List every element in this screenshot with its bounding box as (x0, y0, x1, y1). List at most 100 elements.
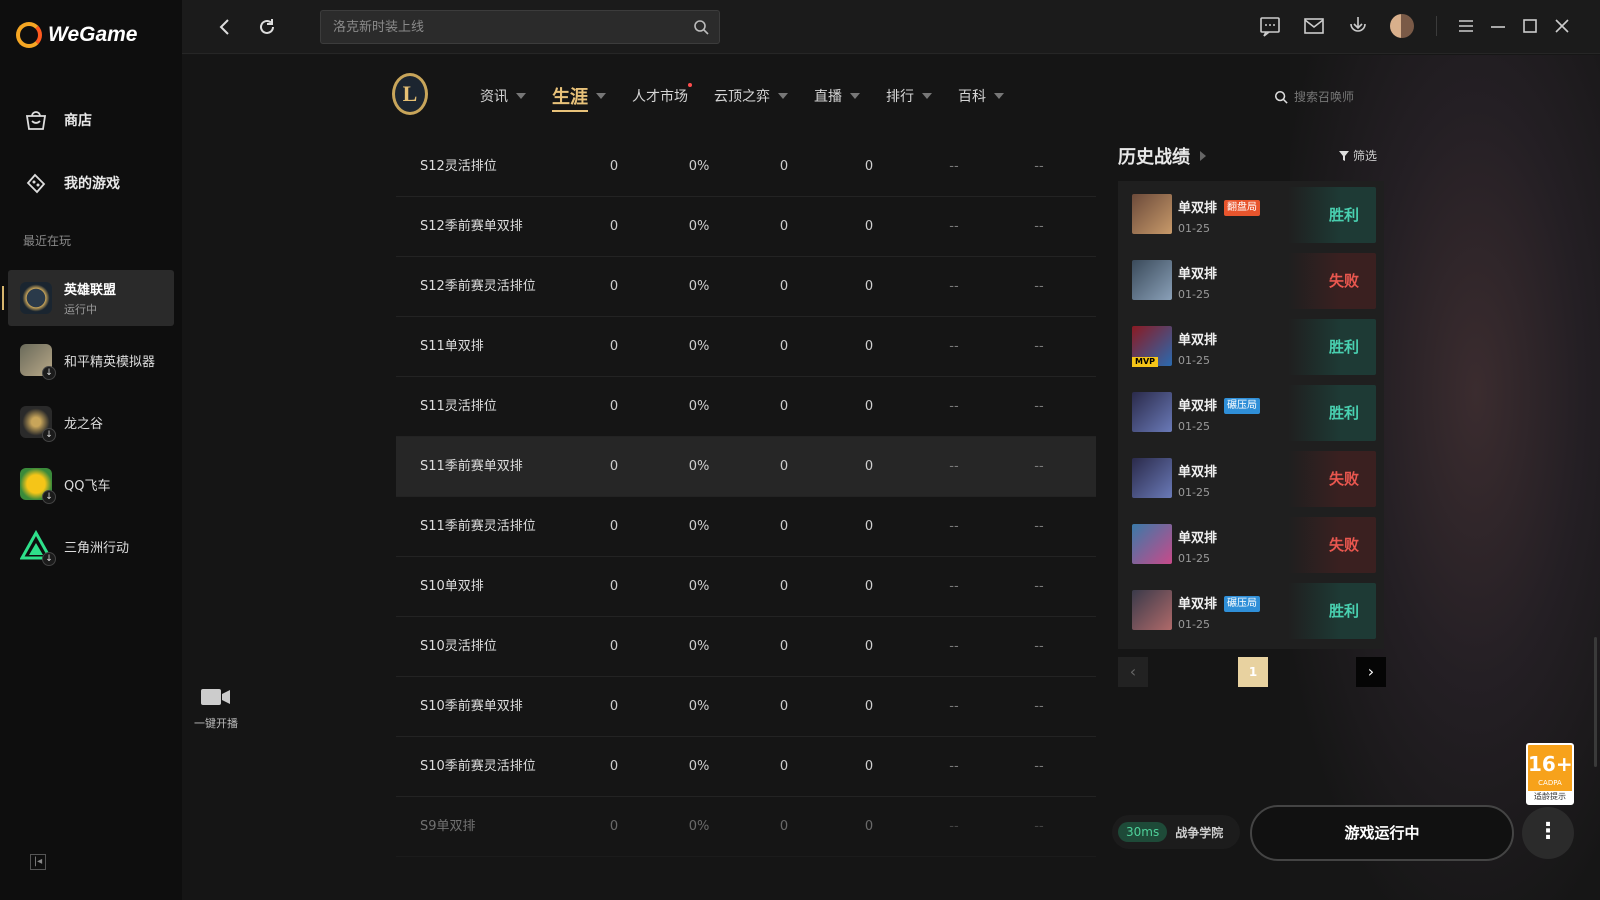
game-item-delta-force[interactable]: ↓ 三角洲行动 (8, 518, 174, 574)
launch-button[interactable]: 游戏运行中 (1250, 805, 1514, 861)
table-row[interactable]: S11单双排 0 0% 0 0 -- -- (396, 317, 1096, 377)
queue-name: S11季前赛灵活排位 (420, 519, 536, 534)
table-row[interactable]: S12季前赛灵活排位 0 0% 0 0 -- -- (396, 257, 1096, 317)
stat-cell: 0% (688, 639, 710, 654)
history-title[interactable]: 历史战绩 (1118, 143, 1206, 169)
table-row[interactable]: S10单双排 0 0% 0 0 -- -- (396, 557, 1096, 617)
scrollbar[interactable] (1594, 637, 1597, 767)
close-icon[interactable] (1550, 14, 1574, 38)
match-item[interactable]: 单双排 01-25 失败 (1118, 445, 1384, 511)
match-date: 01-25 (1178, 288, 1210, 301)
stat-cell: 0 (609, 459, 619, 474)
table-row[interactable]: S12季前赛单双排 0 0% 0 0 -- -- (396, 197, 1096, 257)
download-manager-icon[interactable] (1346, 14, 1370, 38)
next-page-button[interactable]: › (1356, 657, 1386, 687)
queue-name: S10单双排 (420, 579, 484, 594)
one-click-stream[interactable]: 一键开播 (190, 687, 242, 731)
maximize-icon[interactable] (1518, 14, 1542, 38)
result-win: 胜利 (1288, 385, 1376, 441)
avatar[interactable] (1390, 14, 1414, 38)
search-input[interactable] (321, 11, 719, 43)
minimize-icon[interactable] (1486, 14, 1510, 38)
menu-icon[interactable] (1454, 14, 1478, 38)
chevron-right-icon (1200, 151, 1206, 161)
game-item-pubg-sim[interactable]: ↓ 和平精英模拟器 (8, 332, 174, 388)
mvp-badge: MVP (1132, 357, 1159, 367)
stat-cell: 0 (779, 339, 789, 354)
match-item[interactable]: 单双排 碾压局 01-25 胜利 (1118, 379, 1384, 445)
divider (1436, 16, 1437, 36)
caret-down-icon (850, 93, 860, 99)
match-mode: 单双排 (1178, 465, 1218, 480)
tab-label: 排行 (886, 89, 914, 105)
table-row[interactable]: S9单双排 0 0% 0 0 -- -- (396, 797, 1096, 857)
match-item[interactable]: 单双排 碾压局 01-25 胜利 (1118, 577, 1384, 643)
stat-cell: 0 (609, 819, 619, 834)
table-row[interactable]: S11季前赛单双排 0 0% 0 0 -- -- (396, 437, 1096, 497)
stat-cell: 0 (779, 279, 789, 294)
search-icon (1274, 90, 1288, 104)
stat-cell: 0 (779, 639, 789, 654)
tab-wiki[interactable]: 百科 (958, 83, 1004, 109)
match-item[interactable]: 单双排 01-25 失败 (1118, 511, 1384, 577)
collapse-sidebar-icon[interactable]: |◂ (30, 854, 46, 870)
filter-button[interactable]: 筛选 (1338, 147, 1377, 164)
queue-name: S11季前赛单双排 (420, 459, 523, 474)
stat-cell: -- (949, 579, 959, 594)
lol-logo-icon[interactable]: L (392, 73, 428, 115)
stat-cell: -- (949, 159, 959, 174)
prev-page-button[interactable]: ‹ (1118, 657, 1148, 687)
match-item[interactable]: 单双排 01-25 失败 (1118, 247, 1384, 313)
table-row[interactable]: S10季前赛灵活排位 0 0% 0 0 -- -- (396, 737, 1096, 797)
refresh-icon[interactable] (254, 14, 280, 40)
page-number[interactable]: 1 (1238, 657, 1268, 687)
stat-cell: 0% (688, 579, 710, 594)
nav-my-games-label: 我的游戏 (64, 176, 120, 192)
tab-ranking[interactable]: 排行 (886, 83, 932, 109)
table-row[interactable]: S10季前赛单双排 0 0% 0 0 -- -- (396, 677, 1096, 737)
dragon-nest-icon: ↓ (20, 406, 56, 442)
match-item[interactable]: MVP 单双排 01-25 胜利 (1118, 313, 1384, 379)
chat-icon[interactable] (1258, 14, 1282, 38)
nav-shop[interactable]: 商店 (24, 108, 92, 132)
back-icon[interactable] (212, 14, 238, 40)
stat-cell: 0 (864, 279, 874, 294)
ping-value: 30ms (1118, 822, 1168, 842)
table-row[interactable]: S10灵活排位 0 0% 0 0 -- -- (396, 617, 1096, 677)
wegame-logo[interactable]: WeGame (16, 22, 138, 48)
notification-dot (688, 83, 692, 87)
search-icon[interactable] (693, 19, 709, 35)
stat-cell: 0 (864, 459, 874, 474)
mail-icon[interactable] (1302, 14, 1326, 38)
pubg-icon: ↓ (20, 344, 56, 380)
stat-cell: -- (949, 519, 959, 534)
tab-career[interactable]: 生涯 (552, 83, 606, 112)
stat-cell: 0% (688, 339, 710, 354)
stat-cell: 0 (779, 579, 789, 594)
game-item-lol[interactable]: 英雄联盟 运行中 (2, 270, 174, 326)
server-status[interactable]: 30ms 战争学院 (1112, 815, 1240, 849)
nav-my-games[interactable]: 我的游戏 (24, 171, 120, 195)
result-win: 胜利 (1288, 187, 1376, 243)
table-row[interactable]: S12灵活排位 0 0% 0 0 -- -- (396, 137, 1096, 197)
game-item-qq-speed[interactable]: ↓ QQ飞车 (8, 456, 174, 512)
stat-cell: -- (1034, 639, 1044, 654)
tab-news[interactable]: 资讯 (480, 83, 526, 109)
game-item-dragon-nest[interactable]: ↓ 龙之谷 (8, 394, 174, 450)
search-box (320, 10, 720, 44)
queue-name: S10灵活排位 (420, 639, 497, 654)
match-mode: 单双排 (1178, 531, 1218, 546)
match-item[interactable]: 单双排 翻盘局 01-25 胜利 (1118, 181, 1384, 247)
stat-cell: -- (949, 399, 959, 414)
tab-tft[interactable]: 云顶之弈 (714, 83, 788, 109)
stat-cell: 0 (779, 699, 789, 714)
tab-talent-market[interactable]: 人才市场 (632, 83, 692, 109)
more-options-icon[interactable]: ⋮ (1522, 807, 1574, 859)
download-icon: ↓ (42, 366, 56, 380)
table-row[interactable]: S11季前赛灵活排位 0 0% 0 0 -- -- (396, 497, 1096, 557)
summoner-search[interactable]: 搜索召唤师 (1274, 88, 1354, 105)
stat-cell: 0 (864, 699, 874, 714)
stat-cell: 0 (609, 159, 619, 174)
table-row[interactable]: S11灵活排位 0 0% 0 0 -- -- (396, 377, 1096, 437)
tab-live[interactable]: 直播 (814, 83, 860, 109)
